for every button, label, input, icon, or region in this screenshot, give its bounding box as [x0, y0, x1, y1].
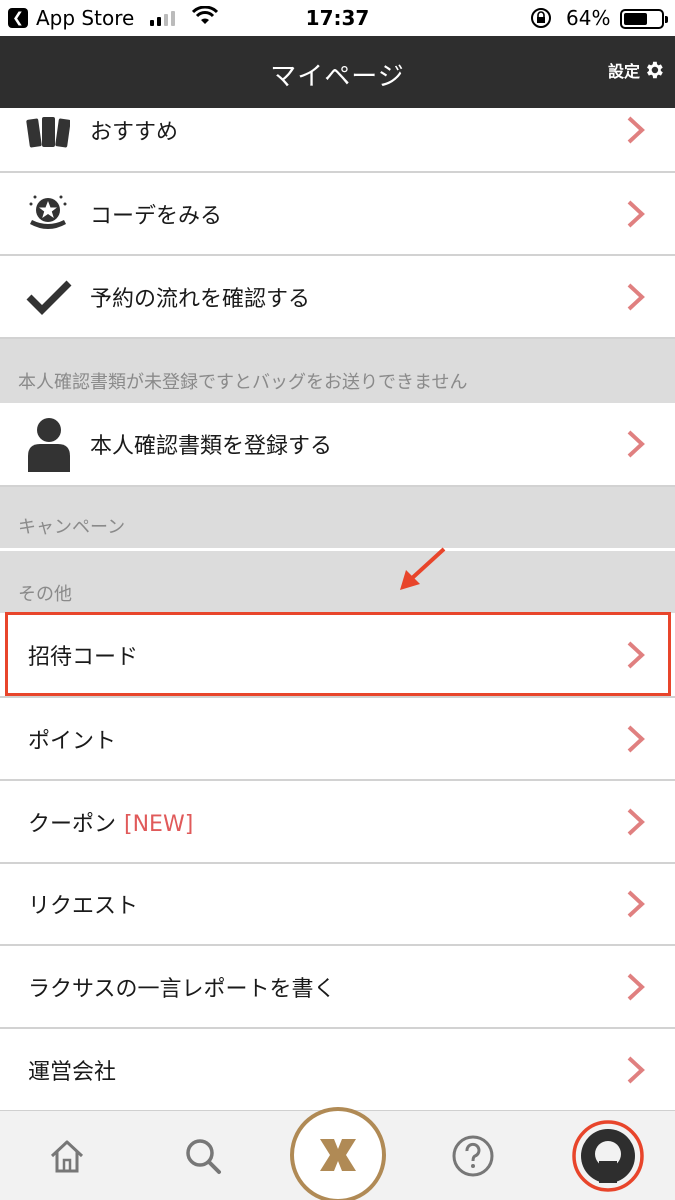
chevron-right-icon: [627, 725, 645, 752]
coupon-label: クーポン: [28, 811, 117, 837]
chevron-right-icon: [627, 973, 645, 1000]
page-title: マイページ: [270, 62, 405, 92]
menu-item-label: 本人確認書類を登録する: [90, 434, 333, 459]
section-headers: キャンペーン その他: [0, 487, 675, 613]
battery-icon: [620, 9, 668, 29]
identity-notice-section: 本人確認書類が未登録ですとバッグをお送りできません: [0, 339, 675, 403]
search-icon: [186, 1139, 221, 1174]
menu-item-label: ラクサスの一言レポートを書く: [28, 976, 336, 1002]
tab-home[interactable]: [36, 1111, 98, 1200]
chevron-right-icon: [627, 641, 645, 668]
section-divider: [0, 548, 675, 551]
rotation-lock-icon: [531, 8, 551, 28]
annotation-arrow-icon: [400, 547, 446, 590]
menu-item-label: リクエスト: [28, 894, 139, 919]
person-icon: [28, 418, 70, 472]
menu-item-label: おすすめ: [90, 120, 179, 146]
home-icon: [50, 1140, 84, 1173]
menu-item-company[interactable]: 運営会社: [0, 1029, 675, 1111]
menu-item-label: クーポン [NEW]: [28, 806, 193, 838]
menu-item-write-report[interactable]: ラクサスの一言レポートを書く: [0, 946, 675, 1029]
menu-item-points[interactable]: ポイント: [0, 698, 675, 781]
laxus-logo-icon: [290, 1107, 386, 1200]
tab-laxus[interactable]: [288, 1105, 388, 1200]
identity-notice-text: 本人確認書類が未登録ですとバッグをお送りできません: [18, 372, 468, 393]
chevron-right-icon: [627, 890, 645, 918]
menu-item-invite-code[interactable]: 招待コード: [0, 613, 675, 698]
help-icon: [452, 1135, 494, 1177]
profile-icon: [572, 1120, 644, 1192]
chevron-right-icon: [627, 200, 645, 227]
chevron-right-icon: [627, 430, 645, 458]
battery-percent: 64%: [566, 6, 611, 30]
star-badge-icon: [29, 195, 67, 229]
menu-item-label: 招待コード: [28, 644, 139, 670]
status-bar: ❮ App Store 17:37 64%: [0, 0, 675, 36]
settings-button[interactable]: 設定: [608, 58, 665, 82]
menu-item-coordinate[interactable]: コーデをみる: [0, 173, 675, 256]
settings-label: 設定: [607, 62, 640, 81]
menu-item-label: 予約の流れを確認する: [90, 286, 311, 312]
menu-item-label: ポイント: [28, 728, 117, 754]
tab-bar: [0, 1107, 675, 1200]
register-identity-item[interactable]: 本人確認書類を登録する: [0, 403, 675, 487]
tab-profile[interactable]: [568, 1111, 648, 1200]
menu-item-label: 運営会社: [28, 1060, 117, 1085]
tab-search[interactable]: [172, 1111, 234, 1200]
chevron-right-icon: [627, 283, 645, 310]
chevron-right-icon: [627, 1056, 645, 1084]
menu-item-request[interactable]: リクエスト: [0, 864, 675, 946]
chevron-right-icon: [627, 808, 645, 835]
chevron-right-icon: [627, 116, 645, 144]
other-section-title: その他: [18, 584, 72, 605]
nav-header: マイページ 設定: [0, 36, 675, 108]
campaign-section-title: キャンペーン: [18, 517, 126, 538]
menu-item-label: コーデをみる: [90, 203, 223, 229]
menu-item-reservation-flow[interactable]: 予約の流れを確認する: [0, 256, 675, 339]
menu-item-coupon[interactable]: クーポン [NEW]: [0, 781, 675, 864]
tab-help[interactable]: [442, 1111, 504, 1200]
gear-icon: [647, 61, 663, 79]
menu-item-recommend[interactable]: おすすめ: [0, 108, 675, 173]
new-badge: [NEW]: [124, 811, 194, 837]
checkmark-icon: [26, 280, 72, 315]
cards-icon: [26, 117, 70, 148]
